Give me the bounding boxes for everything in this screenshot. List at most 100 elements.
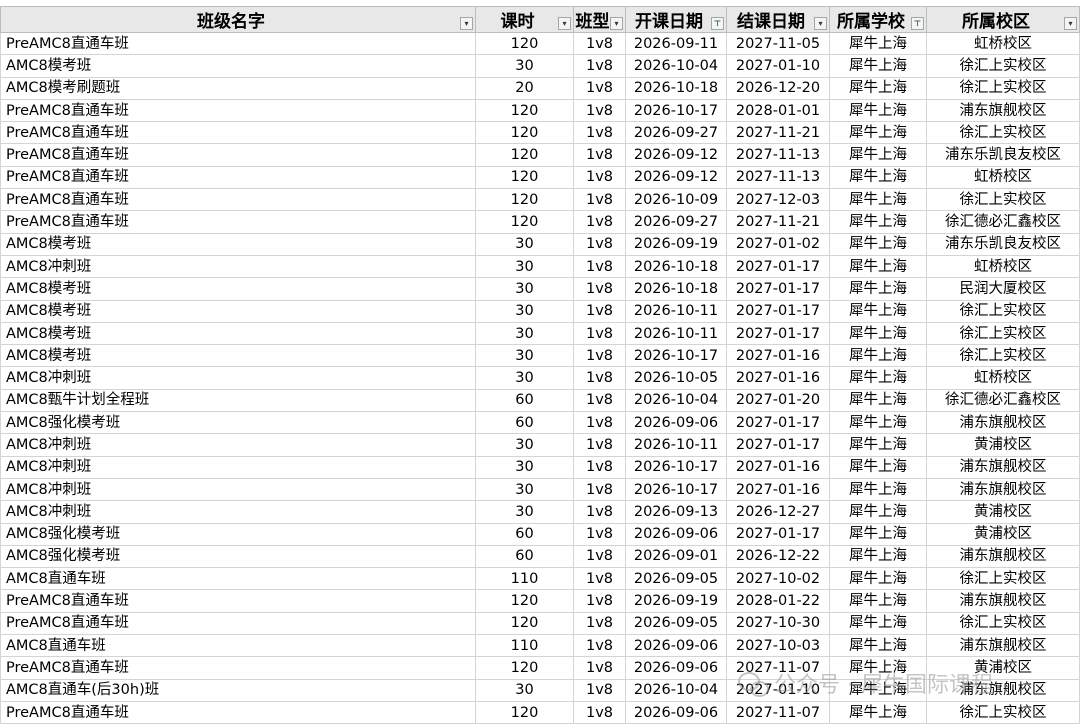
cell-class-name[interactable]: AMC8强化模考班 <box>0 544 476 569</box>
cell-end-date[interactable]: 2027-01-10 <box>726 678 830 702</box>
cell-campus[interactable]: 浦东旗舰校区 <box>926 544 1080 569</box>
cell-start-date[interactable]: 2026-09-12 <box>625 165 727 190</box>
cell-hours[interactable]: 120 <box>475 188 574 212</box>
cell-hours[interactable]: 120 <box>475 143 574 167</box>
dropdown-icon[interactable]: ▾ <box>1064 17 1077 30</box>
cell-end-date[interactable]: 2027-11-07 <box>726 700 830 724</box>
cell-school[interactable]: 犀牛上海 <box>829 321 927 346</box>
cell-school[interactable]: 犀牛上海 <box>829 31 927 56</box>
cell-class-name[interactable]: AMC8直通车(后30h)班 <box>0 678 476 702</box>
cell-hours[interactable]: 30 <box>475 277 574 301</box>
cell-start-date[interactable]: 2026-09-06 <box>625 656 727 680</box>
cell-start-date[interactable]: 2026-10-11 <box>625 433 727 457</box>
cell-class-type[interactable]: 1v8 <box>573 299 626 323</box>
cell-campus[interactable]: 徐汇上实校区 <box>926 188 1080 212</box>
cell-start-date[interactable]: 2026-10-11 <box>625 299 727 323</box>
header-end-date[interactable]: 结课日期 ▾ <box>726 6 830 33</box>
cell-class-type[interactable]: 1v8 <box>573 232 626 256</box>
cell-hours[interactable]: 120 <box>475 700 574 724</box>
cell-start-date[interactable]: 2026-09-27 <box>625 210 727 234</box>
cell-school[interactable]: 犀牛上海 <box>829 165 927 190</box>
cell-start-date[interactable]: 2026-10-04 <box>625 678 727 702</box>
cell-hours[interactable]: 120 <box>475 31 574 56</box>
header-school[interactable]: 所属学校 ⊤ <box>829 6 927 33</box>
filter-active-icon[interactable]: ⊤ <box>711 17 724 30</box>
cell-hours[interactable]: 30 <box>475 299 574 323</box>
cell-hours[interactable]: 120 <box>475 611 574 636</box>
cell-class-type[interactable]: 1v8 <box>573 611 626 636</box>
cell-hours[interactable]: 30 <box>475 433 574 457</box>
cell-school[interactable]: 犀牛上海 <box>829 54 927 78</box>
cell-class-name[interactable]: PreAMC8直通车班 <box>0 31 476 56</box>
cell-start-date[interactable]: 2026-09-06 <box>625 634 727 658</box>
cell-start-date[interactable]: 2026-09-27 <box>625 121 727 145</box>
cell-class-name[interactable]: AMC8冲刺班 <box>0 455 476 479</box>
header-class-type[interactable]: 班型 ▾ <box>573 6 626 33</box>
cell-hours[interactable]: 30 <box>475 254 574 279</box>
dropdown-icon[interactable]: ▾ <box>814 17 827 30</box>
cell-hours[interactable]: 30 <box>475 366 574 390</box>
cell-class-name[interactable]: PreAMC8直通车班 <box>0 589 476 613</box>
cell-end-date[interactable]: 2027-10-03 <box>726 634 830 658</box>
cell-class-name[interactable]: AMC8直通车班 <box>0 634 476 658</box>
cell-class-type[interactable]: 1v8 <box>573 455 626 479</box>
cell-school[interactable]: 犀牛上海 <box>829 344 927 368</box>
cell-end-date[interactable]: 2027-01-16 <box>726 455 830 479</box>
cell-end-date[interactable]: 2027-01-16 <box>726 477 830 502</box>
cell-campus[interactable]: 徐汇德必汇鑫校区 <box>926 388 1080 413</box>
cell-campus[interactable]: 浦东旗舰校区 <box>926 634 1080 658</box>
cell-start-date[interactable]: 2026-09-06 <box>625 522 727 546</box>
cell-campus[interactable]: 浦东旗舰校区 <box>926 411 1080 435</box>
cell-class-type[interactable]: 1v8 <box>573 634 626 658</box>
cell-class-name[interactable]: AMC8强化模考班 <box>0 522 476 546</box>
cell-school[interactable]: 犀牛上海 <box>829 522 927 546</box>
cell-end-date[interactable]: 2027-11-13 <box>726 165 830 190</box>
cell-hours[interactable]: 60 <box>475 544 574 569</box>
cell-start-date[interactable]: 2026-10-17 <box>625 477 727 502</box>
cell-end-date[interactable]: 2027-10-30 <box>726 611 830 636</box>
cell-end-date[interactable]: 2027-01-17 <box>726 254 830 279</box>
cell-start-date[interactable]: 2026-10-17 <box>625 344 727 368</box>
cell-hours[interactable]: 110 <box>475 567 574 591</box>
cell-end-date[interactable]: 2027-01-17 <box>726 277 830 301</box>
cell-hours[interactable]: 30 <box>475 54 574 78</box>
cell-campus[interactable]: 浦东旗舰校区 <box>926 98 1080 123</box>
cell-class-name[interactable]: AMC8模考班 <box>0 54 476 78</box>
cell-school[interactable]: 犀牛上海 <box>829 299 927 323</box>
header-class-name[interactable]: 班级名字 ▾ <box>0 6 476 33</box>
cell-start-date[interactable]: 2026-09-12 <box>625 143 727 167</box>
cell-end-date[interactable]: 2027-01-17 <box>726 433 830 457</box>
cell-campus[interactable]: 虹桥校区 <box>926 31 1080 56</box>
cell-campus[interactable]: 浦东旗舰校区 <box>926 477 1080 502</box>
cell-class-type[interactable]: 1v8 <box>573 254 626 279</box>
cell-school[interactable]: 犀牛上海 <box>829 700 927 724</box>
cell-class-name[interactable]: AMC8模考班 <box>0 321 476 346</box>
cell-class-name[interactable]: AMC8冲刺班 <box>0 254 476 279</box>
cell-class-name[interactable]: PreAMC8直通车班 <box>0 98 476 123</box>
cell-end-date[interactable]: 2027-10-02 <box>726 567 830 591</box>
cell-end-date[interactable]: 2027-01-16 <box>726 344 830 368</box>
cell-campus[interactable]: 浦东旗舰校区 <box>926 589 1080 613</box>
cell-campus[interactable]: 黄浦校区 <box>926 433 1080 457</box>
cell-campus[interactable]: 黄浦校区 <box>926 500 1080 524</box>
cell-class-type[interactable]: 1v8 <box>573 388 626 413</box>
cell-campus[interactable]: 徐汇上实校区 <box>926 299 1080 323</box>
filter-active-icon[interactable]: ⊤ <box>911 17 924 30</box>
cell-end-date[interactable]: 2026-12-27 <box>726 500 830 524</box>
cell-hours[interactable]: 60 <box>475 522 574 546</box>
cell-class-type[interactable]: 1v8 <box>573 121 626 145</box>
cell-end-date[interactable]: 2028-01-01 <box>726 98 830 123</box>
cell-campus[interactable]: 虹桥校区 <box>926 165 1080 190</box>
cell-start-date[interactable]: 2026-10-18 <box>625 254 727 279</box>
cell-start-date[interactable]: 2026-09-19 <box>625 232 727 256</box>
cell-end-date[interactable]: 2027-01-17 <box>726 299 830 323</box>
cell-campus[interactable]: 黄浦校区 <box>926 656 1080 680</box>
cell-school[interactable]: 犀牛上海 <box>829 611 927 636</box>
cell-campus[interactable]: 浦东旗舰校区 <box>926 455 1080 479</box>
cell-class-type[interactable]: 1v8 <box>573 165 626 190</box>
cell-hours[interactable]: 120 <box>475 656 574 680</box>
cell-hours[interactable]: 30 <box>475 321 574 346</box>
cell-class-type[interactable]: 1v8 <box>573 678 626 702</box>
cell-hours[interactable]: 30 <box>475 477 574 502</box>
cell-hours[interactable]: 120 <box>475 210 574 234</box>
